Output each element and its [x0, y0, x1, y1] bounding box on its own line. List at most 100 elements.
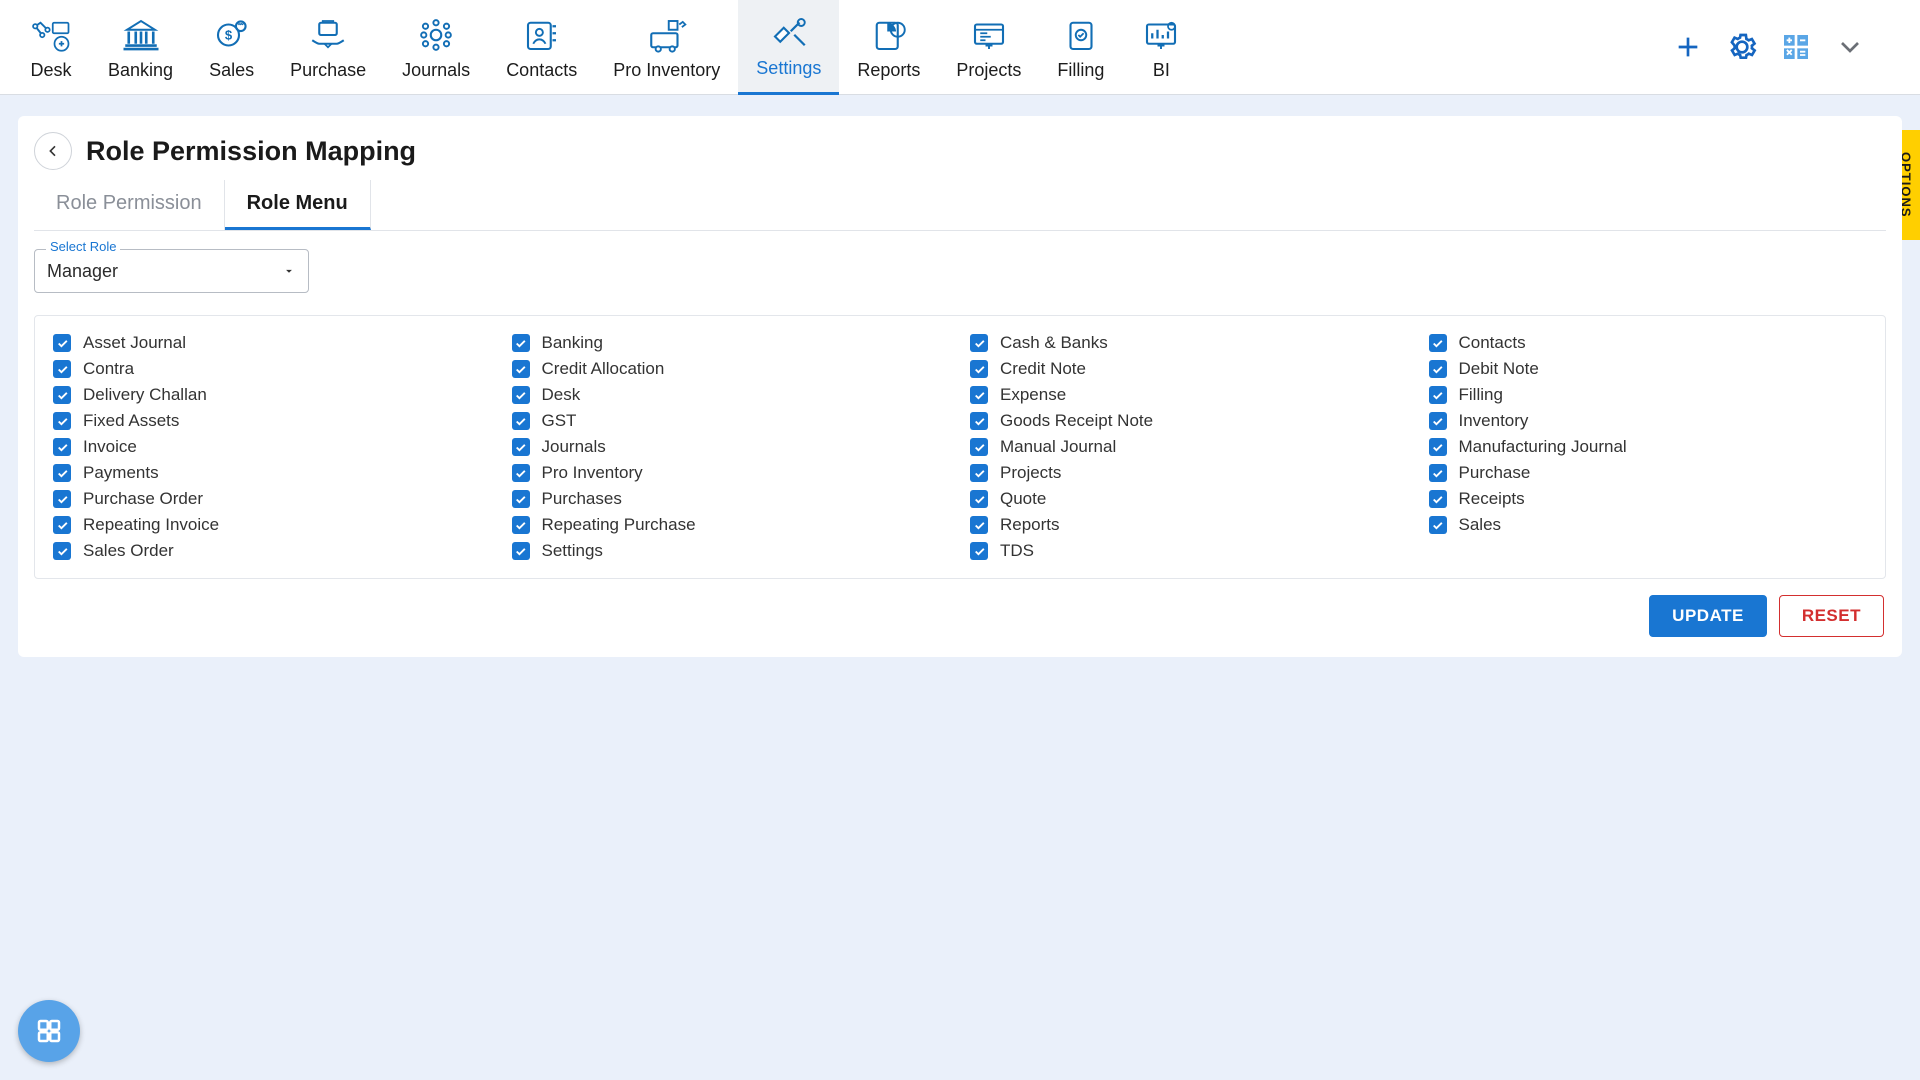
nav-item-desk[interactable]: Desk: [12, 0, 90, 95]
permission-label: Purchases: [542, 489, 622, 509]
update-button[interactable]: UPDATE: [1649, 595, 1767, 637]
page-title: Role Permission Mapping: [86, 136, 416, 167]
permission-label: Contra: [83, 359, 134, 379]
permission-item: Banking: [512, 330, 951, 356]
permission-item: Repeating Purchase: [512, 512, 951, 538]
desk-icon: [30, 16, 72, 54]
chevron-down-icon[interactable]: [1832, 29, 1868, 65]
permission-label: Sales: [1459, 515, 1502, 535]
permission-item: Goods Receipt Note: [970, 408, 1409, 434]
chevron-down-icon: [282, 264, 296, 278]
permission-item: Asset Journal: [53, 330, 492, 356]
checkbox[interactable]: [512, 490, 530, 508]
nav-item-purchase[interactable]: Purchase: [272, 0, 384, 95]
permission-label: Goods Receipt Note: [1000, 411, 1153, 431]
add-icon[interactable]: [1670, 29, 1706, 65]
proinventory-icon: [646, 16, 688, 54]
calculator-icon[interactable]: [1778, 29, 1814, 65]
checkbox[interactable]: [970, 334, 988, 352]
checkbox[interactable]: [53, 386, 71, 404]
checkbox[interactable]: [970, 516, 988, 534]
checkbox[interactable]: [53, 464, 71, 482]
checkbox[interactable]: [970, 490, 988, 508]
permission-item: Reports: [970, 512, 1409, 538]
nav-item-contacts[interactable]: Contacts: [488, 0, 595, 95]
checkbox[interactable]: [1429, 412, 1447, 430]
checkbox[interactable]: [970, 438, 988, 456]
permission-item: Sales Order: [53, 538, 492, 564]
checkbox[interactable]: [1429, 438, 1447, 456]
checkbox[interactable]: [1429, 464, 1447, 482]
role-select-field[interactable]: Manager: [34, 249, 309, 293]
nav-item-filling[interactable]: Filling: [1039, 0, 1122, 95]
nav-item-label: Reports: [857, 60, 920, 81]
checkbox[interactable]: [53, 412, 71, 430]
permission-label: Inventory: [1459, 411, 1529, 431]
permission-item: GST: [512, 408, 951, 434]
checkbox[interactable]: [970, 386, 988, 404]
checkbox[interactable]: [970, 360, 988, 378]
nav-item-banking[interactable]: Banking: [90, 0, 191, 95]
checkbox[interactable]: [512, 412, 530, 430]
nav-item-settings[interactable]: Settings: [738, 0, 839, 95]
checkbox[interactable]: [1429, 516, 1447, 534]
nav-item-label: Purchase: [290, 60, 366, 81]
checkbox[interactable]: [53, 360, 71, 378]
role-select: Select Role Manager: [34, 249, 309, 293]
checkbox[interactable]: [512, 360, 530, 378]
permission-label: Banking: [542, 333, 603, 353]
permissions-column: Asset Journal Contra Delivery Challan Fixed…: [53, 330, 492, 564]
checkbox[interactable]: [970, 464, 988, 482]
tab-role-menu[interactable]: Role Menu: [225, 180, 371, 230]
permission-item: TDS: [970, 538, 1409, 564]
nav-item-reports[interactable]: Reports: [839, 0, 938, 95]
checkbox[interactable]: [53, 542, 71, 560]
contacts-icon: [521, 16, 563, 54]
checkbox[interactable]: [512, 516, 530, 534]
role-select-value: Manager: [47, 261, 118, 282]
checkbox[interactable]: [1429, 334, 1447, 352]
permission-label: Pro Inventory: [542, 463, 643, 483]
checkbox[interactable]: [1429, 360, 1447, 378]
permission-item: Journals: [512, 434, 951, 460]
nav-item-projects[interactable]: Projects: [938, 0, 1039, 95]
back-button[interactable]: [34, 132, 72, 170]
permission-item: Desk: [512, 382, 951, 408]
permission-item: Cash & Banks: [970, 330, 1409, 356]
banking-icon: [120, 16, 162, 54]
checkbox[interactable]: [1429, 490, 1447, 508]
nav-item-sales[interactable]: $Sales: [191, 0, 272, 95]
permission-label: GST: [542, 411, 577, 431]
tab-role-permission[interactable]: Role Permission: [34, 180, 225, 230]
checkbox[interactable]: [512, 542, 530, 560]
permissions-column: Banking Credit Allocation Desk GST Journals P…: [512, 330, 951, 564]
checkbox[interactable]: [1429, 386, 1447, 404]
reset-button[interactable]: RESET: [1779, 595, 1884, 637]
checkbox[interactable]: [512, 386, 530, 404]
checkbox[interactable]: [53, 438, 71, 456]
permission-item: Contra: [53, 356, 492, 382]
bi-icon: [1140, 16, 1182, 54]
nav-item-label: Contacts: [506, 60, 577, 81]
nav-item-journals[interactable]: Journals: [384, 0, 488, 95]
nav-item-proinventory[interactable]: Pro Inventory: [595, 0, 738, 95]
top-nav: DeskBanking$Sales Purchase Journals Contact…: [0, 0, 1920, 95]
checkbox[interactable]: [970, 542, 988, 560]
permission-item: Delivery Challan: [53, 382, 492, 408]
gear-icon[interactable]: [1724, 29, 1760, 65]
permission-label: Desk: [542, 385, 581, 405]
permission-label: Fixed Assets: [83, 411, 179, 431]
checkbox[interactable]: [53, 334, 71, 352]
checkbox[interactable]: [512, 334, 530, 352]
checkbox[interactable]: [53, 490, 71, 508]
checkbox[interactable]: [53, 516, 71, 534]
checkbox[interactable]: [512, 464, 530, 482]
permission-label: Contacts: [1459, 333, 1526, 353]
checkbox[interactable]: [970, 412, 988, 430]
floating-apps-button[interactable]: [18, 1000, 80, 1062]
permission-label: Invoice: [83, 437, 137, 457]
nav-item-bi[interactable]: BI: [1122, 0, 1200, 95]
permission-item: Credit Allocation: [512, 356, 951, 382]
checkbox[interactable]: [512, 438, 530, 456]
nav-item-label: BI: [1153, 60, 1170, 81]
